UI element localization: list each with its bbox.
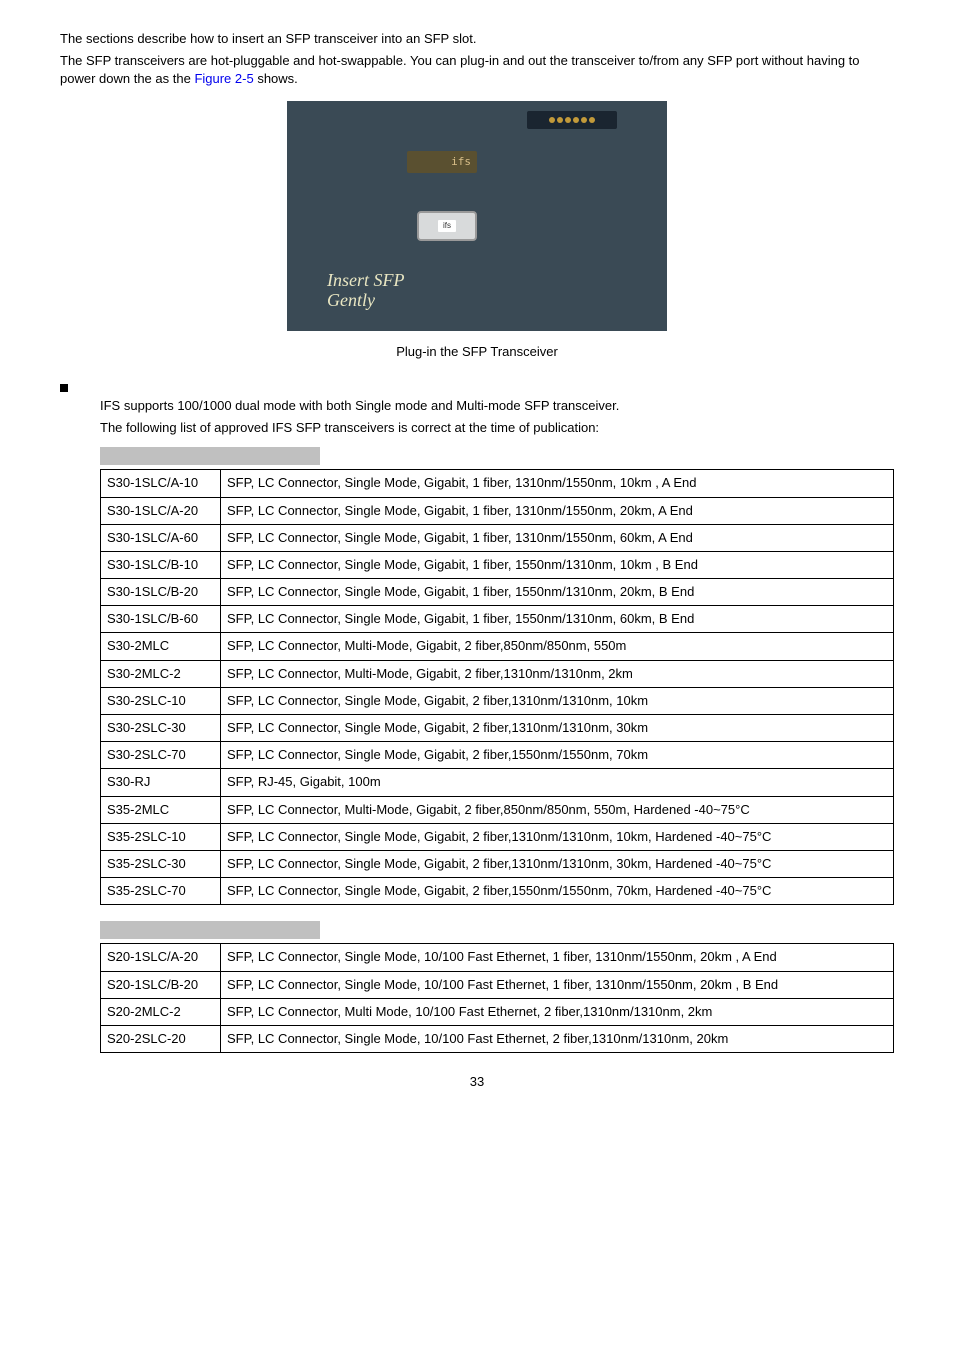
fast-ethernet-sfp-table: S20-1SLC/A-20SFP, LC Connector, Single M… bbox=[100, 943, 894, 1053]
model-cell: S30-1SLC/A-10 bbox=[101, 470, 221, 497]
table-row: S35-2SLC-30SFP, LC Connector, Single Mod… bbox=[101, 850, 894, 877]
gigabit-sfp-table: S30-1SLC/A-10SFP, LC Connector, Single M… bbox=[100, 469, 894, 905]
figure-link[interactable]: Figure 2-5 bbox=[194, 71, 253, 86]
table-row: S30-2MLC-2SFP, LC Connector, Multi-Mode,… bbox=[101, 660, 894, 687]
desc-cell: SFP, RJ-45, Gigabit, 100m bbox=[221, 769, 894, 796]
image-label-line1: Insert SFP bbox=[327, 270, 404, 290]
model-cell: S30-RJ bbox=[101, 769, 221, 796]
ifs-support-text: supports 100/1000 dual mode with both Si… bbox=[124, 398, 620, 413]
desc-cell: SFP, LC Connector, Single Mode, 10/100 F… bbox=[221, 971, 894, 998]
table-row: S30-1SLC/B-10SFP, LC Connector, Single M… bbox=[101, 551, 894, 578]
table-row: S30-2SLC-70SFP, LC Connector, Single Mod… bbox=[101, 742, 894, 769]
desc-cell: SFP, LC Connector, Multi Mode, 10/100 Fa… bbox=[221, 998, 894, 1025]
table-row: S20-2MLC-2SFP, LC Connector, Multi Mode,… bbox=[101, 998, 894, 1025]
bullet-icon bbox=[60, 384, 68, 392]
table-row: S30-2MLCSFP, LC Connector, Multi-Mode, G… bbox=[101, 633, 894, 660]
ifs-label: IFS bbox=[100, 398, 120, 413]
desc-cell: SFP, LC Connector, Single Mode, Gigabit,… bbox=[221, 850, 894, 877]
model-cell: S30-2SLC-30 bbox=[101, 715, 221, 742]
desc-cell: SFP, LC Connector, Single Mode, 10/100 F… bbox=[221, 1025, 894, 1052]
model-cell: S30-1SLC/A-20 bbox=[101, 497, 221, 524]
table-row: S30-1SLC/A-20SFP, LC Connector, Single M… bbox=[101, 497, 894, 524]
desc-cell: SFP, LC Connector, Multi-Mode, Gigabit, … bbox=[221, 633, 894, 660]
model-cell: S30-1SLC/B-60 bbox=[101, 606, 221, 633]
image-device-top bbox=[527, 111, 617, 129]
model-cell: S20-2MLC-2 bbox=[101, 998, 221, 1025]
table-row: S30-1SLC/A-10SFP, LC Connector, Single M… bbox=[101, 470, 894, 497]
intro-line-2: The SFP transceivers are hot-pluggable a… bbox=[60, 52, 894, 88]
desc-cell: SFP, LC Connector, Single Mode, Gigabit,… bbox=[221, 742, 894, 769]
model-cell: S30-1SLC/B-10 bbox=[101, 551, 221, 578]
model-cell: S30-2SLC-70 bbox=[101, 742, 221, 769]
table-row: S30-1SLC/A-60SFP, LC Connector, Single M… bbox=[101, 524, 894, 551]
model-cell: S30-1SLC/A-60 bbox=[101, 524, 221, 551]
sfp-image: ifs ifs Insert SFP Gently bbox=[287, 101, 667, 331]
table-row: S35-2SLC-70SFP, LC Connector, Single Mod… bbox=[101, 878, 894, 905]
desc-cell: SFP, LC Connector, Single Mode, Gigabit,… bbox=[221, 524, 894, 551]
table-row: S30-2SLC-10SFP, LC Connector, Single Mod… bbox=[101, 687, 894, 714]
table-row: S35-2MLCSFP, LC Connector, Multi-Mode, G… bbox=[101, 796, 894, 823]
table1-header-bar bbox=[100, 447, 320, 465]
image-ifs-tag: ifs bbox=[407, 151, 477, 173]
model-cell: S30-1SLC/B-20 bbox=[101, 579, 221, 606]
table-row: S20-1SLC/A-20SFP, LC Connector, Single M… bbox=[101, 944, 894, 971]
table-row: S30-1SLC/B-60SFP, LC Connector, Single M… bbox=[101, 606, 894, 633]
model-cell: S20-1SLC/A-20 bbox=[101, 944, 221, 971]
desc-cell: SFP, LC Connector, Single Mode, 10/100 F… bbox=[221, 944, 894, 971]
desc-cell: SFP, LC Connector, Single Mode, Gigabit,… bbox=[221, 579, 894, 606]
image-caption: Plug-in the SFP Transceiver bbox=[60, 343, 894, 361]
table-row: S30-RJSFP, RJ-45, Gigabit, 100m bbox=[101, 769, 894, 796]
desc-cell: SFP, LC Connector, Single Mode, Gigabit,… bbox=[221, 687, 894, 714]
desc-cell: SFP, LC Connector, Multi-Mode, Gigabit, … bbox=[221, 660, 894, 687]
model-cell: S35-2SLC-10 bbox=[101, 823, 221, 850]
model-cell: S20-1SLC/B-20 bbox=[101, 971, 221, 998]
model-cell: S30-2SLC-10 bbox=[101, 687, 221, 714]
approved-list-text: The following list of approved IFS SFP t… bbox=[100, 419, 894, 437]
model-cell: S20-2SLC-20 bbox=[101, 1025, 221, 1052]
model-cell: S35-2SLC-70 bbox=[101, 878, 221, 905]
desc-cell: SFP, LC Connector, Single Mode, Gigabit,… bbox=[221, 606, 894, 633]
desc-cell: SFP, LC Connector, Single Mode, Gigabit,… bbox=[221, 497, 894, 524]
table2-header-bar bbox=[100, 921, 320, 939]
ifs-support-line: IFS supports 100/1000 dual mode with bot… bbox=[100, 397, 894, 415]
desc-cell: SFP, LC Connector, Single Mode, Gigabit,… bbox=[221, 878, 894, 905]
model-cell: S30-2MLC-2 bbox=[101, 660, 221, 687]
desc-cell: SFP, LC Connector, Single Mode, Gigabit,… bbox=[221, 551, 894, 578]
intro-line-1: The sections describe how to insert an S… bbox=[60, 30, 894, 48]
image-label-line2: Gently bbox=[327, 290, 375, 310]
desc-cell: SFP, LC Connector, Multi-Mode, Gigabit, … bbox=[221, 796, 894, 823]
intro2b: as the bbox=[155, 71, 194, 86]
table-row: S35-2SLC-10SFP, LC Connector, Single Mod… bbox=[101, 823, 894, 850]
model-cell: S35-2SLC-30 bbox=[101, 850, 221, 877]
image-label: Insert SFP Gently bbox=[327, 271, 404, 311]
desc-cell: SFP, LC Connector, Single Mode, Gigabit,… bbox=[221, 715, 894, 742]
desc-cell: SFP, LC Connector, Single Mode, Gigabit,… bbox=[221, 823, 894, 850]
model-cell: S35-2MLC bbox=[101, 796, 221, 823]
table-row: S30-2SLC-30SFP, LC Connector, Single Mod… bbox=[101, 715, 894, 742]
table-row: S20-1SLC/B-20SFP, LC Connector, Single M… bbox=[101, 971, 894, 998]
table-row: S20-2SLC-20SFP, LC Connector, Single Mod… bbox=[101, 1025, 894, 1052]
intro2c: shows. bbox=[257, 71, 297, 86]
table-row: S30-1SLC/B-20SFP, LC Connector, Single M… bbox=[101, 579, 894, 606]
page-number: 33 bbox=[60, 1073, 894, 1091]
desc-cell: SFP, LC Connector, Single Mode, Gigabit,… bbox=[221, 470, 894, 497]
model-cell: S30-2MLC bbox=[101, 633, 221, 660]
image-connector: ifs bbox=[417, 211, 477, 241]
